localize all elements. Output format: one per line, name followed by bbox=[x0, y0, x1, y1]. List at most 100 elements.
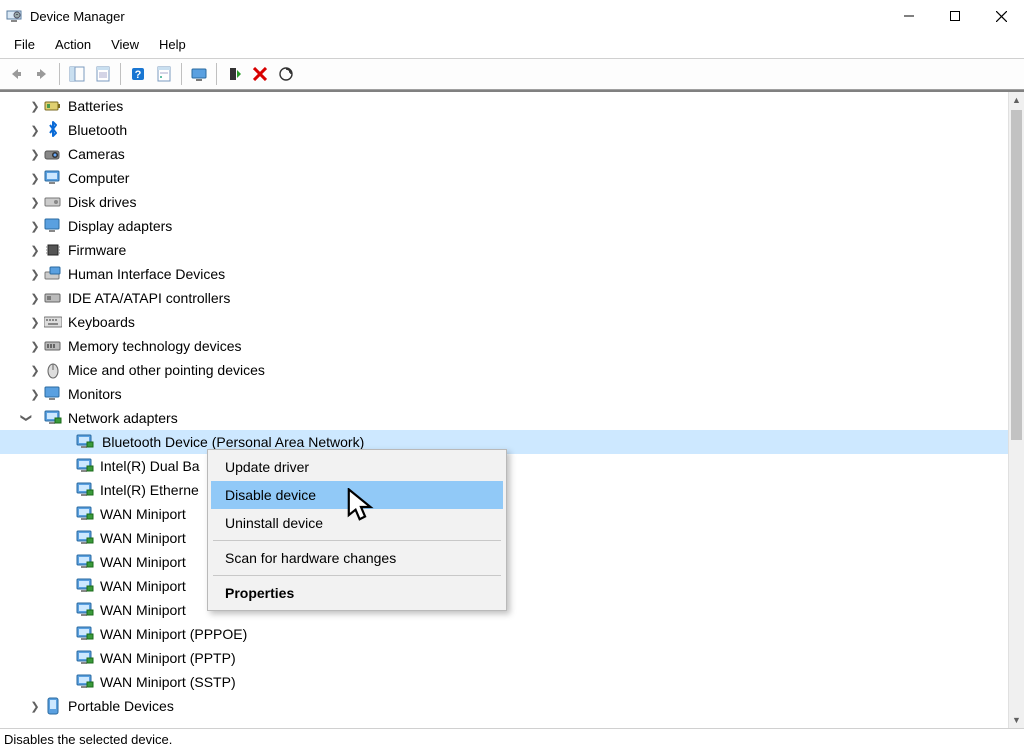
expand-icon[interactable]: ❯ bbox=[28, 387, 42, 401]
menu-help[interactable]: Help bbox=[149, 34, 196, 55]
tree-label: Computer bbox=[68, 170, 129, 186]
expand-icon[interactable]: ❯ bbox=[28, 315, 42, 329]
uninstall-device-button[interactable] bbox=[248, 62, 272, 86]
network-adapter-icon bbox=[76, 505, 94, 523]
scroll-up-button[interactable]: ▲ bbox=[1009, 92, 1024, 108]
device-tree[interactable]: ❯ Batteries ❯ Bluetooth ❯ Cameras ❯ Comp… bbox=[0, 92, 1008, 728]
tree-label: WAN Miniport (SSTP) bbox=[100, 674, 236, 690]
minimize-button[interactable] bbox=[886, 0, 932, 32]
help-button[interactable]: ? bbox=[126, 62, 150, 86]
tree-category-bluetooth[interactable]: ❯ Bluetooth bbox=[0, 118, 1008, 142]
tree-label: WAN Miniport bbox=[100, 530, 186, 546]
menu-file[interactable]: File bbox=[4, 34, 45, 55]
expand-icon[interactable]: ❯ bbox=[28, 699, 42, 713]
expand-icon[interactable]: ❯ bbox=[28, 219, 42, 233]
tree-label: WAN Miniport (PPTP) bbox=[100, 650, 236, 666]
context-disable-device[interactable]: Disable device bbox=[211, 481, 503, 509]
hid-icon bbox=[44, 265, 62, 283]
svg-text:?: ? bbox=[135, 69, 142, 81]
tree-category-display-adapters[interactable]: ❯ Display adapters bbox=[0, 214, 1008, 238]
tree-item-wan-miniport-pptp[interactable]: WAN Miniport (PPTP) bbox=[0, 646, 1008, 670]
close-button[interactable] bbox=[978, 0, 1024, 32]
context-separator bbox=[213, 540, 501, 541]
action-properties-button[interactable] bbox=[152, 62, 176, 86]
tree-category-network-adapters[interactable]: ❯ Network adapters bbox=[0, 406, 1008, 430]
tree-label: WAN Miniport (PPPOE) bbox=[100, 626, 247, 642]
network-adapter-icon bbox=[44, 409, 62, 427]
tree-label: Monitors bbox=[68, 386, 122, 402]
toolbar: ? bbox=[0, 58, 1024, 90]
tree-label: Keyboards bbox=[68, 314, 135, 330]
menu-action[interactable]: Action bbox=[45, 34, 101, 55]
network-adapter-icon bbox=[76, 481, 94, 499]
bluetooth-icon bbox=[44, 121, 62, 139]
network-adapter-icon bbox=[76, 529, 94, 547]
tree-category-hid[interactable]: ❯ Human Interface Devices bbox=[0, 262, 1008, 286]
expand-icon[interactable]: ❯ bbox=[28, 123, 42, 137]
tree-category-portable-devices[interactable]: ❯ Portable Devices bbox=[0, 694, 1008, 718]
window-title: Device Manager bbox=[30, 9, 125, 24]
expand-icon[interactable]: ❯ bbox=[28, 291, 42, 305]
battery-icon bbox=[44, 97, 62, 115]
expand-icon[interactable]: ❯ bbox=[28, 267, 42, 281]
network-adapter-icon bbox=[76, 577, 94, 595]
network-adapter-icon bbox=[76, 601, 94, 619]
scroll-down-button[interactable]: ▼ bbox=[1009, 712, 1024, 728]
tree-label: Bluetooth bbox=[68, 122, 127, 138]
tree-category-memory-tech[interactable]: ❯ Memory technology devices bbox=[0, 334, 1008, 358]
properties-button[interactable] bbox=[91, 62, 115, 86]
expand-icon[interactable]: ❯ bbox=[28, 147, 42, 161]
menu-view[interactable]: View bbox=[101, 34, 149, 55]
portable-device-icon bbox=[44, 697, 62, 715]
mouse-icon bbox=[44, 361, 62, 379]
toolbar-separator bbox=[59, 63, 60, 85]
update-driver-button[interactable] bbox=[187, 62, 211, 86]
expand-icon[interactable]: ❯ bbox=[28, 195, 42, 209]
toolbar-separator bbox=[216, 63, 217, 85]
tree-label: Cameras bbox=[68, 146, 125, 162]
tree-category-mice[interactable]: ❯ Mice and other pointing devices bbox=[0, 358, 1008, 382]
context-properties[interactable]: Properties bbox=[211, 579, 503, 607]
memory-tech-icon bbox=[44, 337, 62, 355]
firmware-icon bbox=[44, 241, 62, 259]
expand-icon[interactable]: ❯ bbox=[28, 99, 42, 113]
tree-item-wan-miniport-sstp[interactable]: WAN Miniport (SSTP) bbox=[0, 670, 1008, 694]
title-bar: Device Manager bbox=[0, 0, 1024, 32]
forward-button[interactable] bbox=[30, 62, 54, 86]
expand-icon[interactable]: ❯ bbox=[28, 243, 42, 257]
tree-category-batteries[interactable]: ❯ Batteries bbox=[0, 94, 1008, 118]
tree-category-computer[interactable]: ❯ Computer bbox=[0, 166, 1008, 190]
tree-label: Memory technology devices bbox=[68, 338, 242, 354]
tree-label: Mice and other pointing devices bbox=[68, 362, 265, 378]
tree-category-firmware[interactable]: ❯ Firmware bbox=[0, 238, 1008, 262]
tree-category-ide[interactable]: ❯ IDE ATA/ATAPI controllers bbox=[0, 286, 1008, 310]
enable-device-button[interactable] bbox=[222, 62, 246, 86]
tree-category-cameras[interactable]: ❯ Cameras bbox=[0, 142, 1008, 166]
tree-label: Intel(R) Dual Ba bbox=[100, 458, 200, 474]
context-menu: Update driver Disable device Uninstall d… bbox=[207, 449, 507, 611]
context-update-driver[interactable]: Update driver bbox=[211, 453, 503, 481]
tree-label: Display adapters bbox=[68, 218, 172, 234]
expand-icon[interactable]: ❯ bbox=[28, 171, 42, 185]
tree-view-area: ❯ Batteries ❯ Bluetooth ❯ Cameras ❯ Comp… bbox=[0, 90, 1024, 728]
back-button[interactable] bbox=[4, 62, 28, 86]
network-adapter-icon bbox=[76, 457, 94, 475]
display-adapter-icon bbox=[44, 217, 62, 235]
tree-item-wan-miniport-pppoe[interactable]: WAN Miniport (PPPOE) bbox=[0, 622, 1008, 646]
show-hide-console-tree-button[interactable] bbox=[65, 62, 89, 86]
vertical-scrollbar[interactable]: ▲ ▼ bbox=[1008, 92, 1024, 728]
tree-category-monitors[interactable]: ❯ Monitors bbox=[0, 382, 1008, 406]
tree-category-disk-drives[interactable]: ❯ Disk drives bbox=[0, 190, 1008, 214]
scroll-thumb[interactable] bbox=[1011, 110, 1022, 440]
scan-hardware-button[interactable] bbox=[274, 62, 298, 86]
collapse-icon[interactable]: ❯ bbox=[20, 411, 34, 425]
disk-drive-icon bbox=[44, 193, 62, 211]
expand-icon[interactable]: ❯ bbox=[28, 339, 42, 353]
expand-icon[interactable]: ❯ bbox=[28, 363, 42, 377]
context-scan-hardware[interactable]: Scan for hardware changes bbox=[211, 544, 503, 572]
tree-category-keyboards[interactable]: ❯ Keyboards bbox=[0, 310, 1008, 334]
network-adapter-icon bbox=[76, 553, 94, 571]
context-uninstall-device[interactable]: Uninstall device bbox=[211, 509, 503, 537]
maximize-button[interactable] bbox=[932, 0, 978, 32]
tree-label: WAN Miniport bbox=[100, 578, 186, 594]
